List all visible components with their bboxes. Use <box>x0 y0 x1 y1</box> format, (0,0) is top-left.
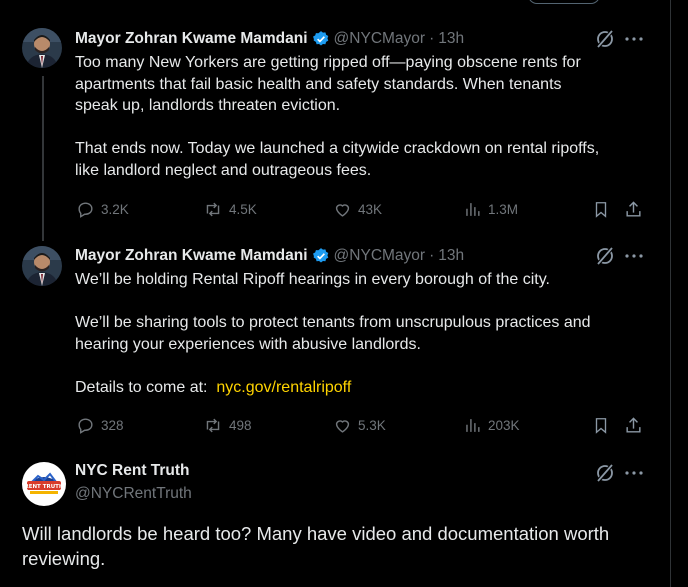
repost-count: 4.5K <box>229 202 257 217</box>
views-count: 203K <box>488 418 520 433</box>
repost-icon <box>206 202 220 217</box>
reply-text: Will landlords be heard too? Many have v… <box>22 523 610 569</box>
reply-icon <box>78 202 93 218</box>
author-handle[interactable]: @NYCRentTruth <box>75 485 192 503</box>
tweet-header: Mayor Zohran Kwame Mamdani @NYCMayor · 1… <box>75 29 464 49</box>
tweet-line: hearing your experiences with abusive la… <box>75 335 421 353</box>
tweet-line: We’ll be holding Rental Ripoff hearings … <box>75 271 550 288</box>
more-icon[interactable] <box>624 463 644 483</box>
repost-button[interactable]: 4.5K <box>203 200 257 219</box>
separator: · <box>429 30 435 47</box>
reply-button[interactable]: 328 <box>76 416 124 435</box>
separator: · <box>429 247 435 264</box>
author-name[interactable]: Mayor Zohran Kwame Mamdani <box>75 246 308 266</box>
like-button[interactable]: 5.3K <box>333 416 386 435</box>
views-count: 1.3M <box>488 202 519 217</box>
grok-icon[interactable] <box>595 246 615 266</box>
tweet-line: speak up, landlords threaten eviction. <box>75 97 341 114</box>
more-icon[interactable] <box>624 29 644 49</box>
tweet-header: Mayor Zohran Kwame Mamdani @NYCMayor · 1… <box>75 246 464 266</box>
grok-icon[interactable] <box>595 463 615 483</box>
like-count: 5.3K <box>358 418 386 433</box>
timestamp[interactable]: 13h <box>438 246 464 266</box>
top-button-fragment[interactable] <box>528 0 600 4</box>
share-icon[interactable] <box>624 200 643 224</box>
tweet-line: apartments that fail basic health and sa… <box>75 75 562 93</box>
like-icon <box>335 204 350 217</box>
share-icon[interactable] <box>624 416 643 440</box>
author-handle[interactable]: @NYCMayor <box>334 246 426 266</box>
column-divider <box>670 0 671 587</box>
more-icon[interactable] <box>624 246 644 266</box>
repost-icon <box>206 418 220 433</box>
bookmark-icon[interactable] <box>592 416 610 440</box>
like-icon <box>335 420 350 433</box>
tweet-line: Details to come at: nyc.gov/rentalripoff <box>75 377 660 399</box>
details-label: Details to come at: <box>75 378 208 396</box>
avatar[interactable] <box>22 28 62 68</box>
views-icon <box>466 419 480 432</box>
tweet-line: Too many New Yorkers are getting ripped … <box>75 54 581 71</box>
repost-count: 498 <box>229 418 252 433</box>
avatar-logo-text: RENT TRUTH <box>24 484 63 490</box>
reply-icon <box>78 418 93 434</box>
author-handle[interactable]: @NYCMayor <box>334 29 426 49</box>
tweet-line: That ends now. Today we launched a cityw… <box>75 140 600 157</box>
avatar[interactable]: RENT TRUTH <box>22 462 66 506</box>
like-count: 43K <box>358 202 383 217</box>
tweet-line: like landlord neglect and outrageous fee… <box>75 161 372 179</box>
reply-count: 328 <box>101 418 124 433</box>
bookmark-icon[interactable] <box>592 200 610 224</box>
repost-button[interactable]: 498 <box>203 416 252 435</box>
views-button[interactable]: 1.3M <box>463 200 518 219</box>
reply-count: 3.2K <box>101 202 129 217</box>
timestamp[interactable]: 13h <box>438 29 464 49</box>
reply-button[interactable]: 3.2K <box>76 200 129 219</box>
tweet-text: We’ll be holding Rental Ripoff hearings … <box>75 269 660 398</box>
tweet-link[interactable]: nyc.gov/rentalripoff <box>216 379 351 396</box>
like-button[interactable]: 43K <box>333 200 382 219</box>
avatar[interactable] <box>22 246 62 286</box>
verified-icon <box>312 247 330 265</box>
views-icon <box>466 203 480 216</box>
tweet-text: Too many New Yorkers are getting ripped … <box>75 52 660 181</box>
thread-line <box>42 76 44 241</box>
tweet-line: We’ll be sharing tools to protect tenant… <box>75 314 591 331</box>
author-name[interactable]: Mayor Zohran Kwame Mamdani <box>75 29 308 49</box>
grok-icon[interactable] <box>595 29 615 49</box>
verified-icon <box>312 30 330 48</box>
author-name[interactable]: NYC Rent Truth <box>75 462 190 480</box>
views-button[interactable]: 203K <box>463 416 520 435</box>
